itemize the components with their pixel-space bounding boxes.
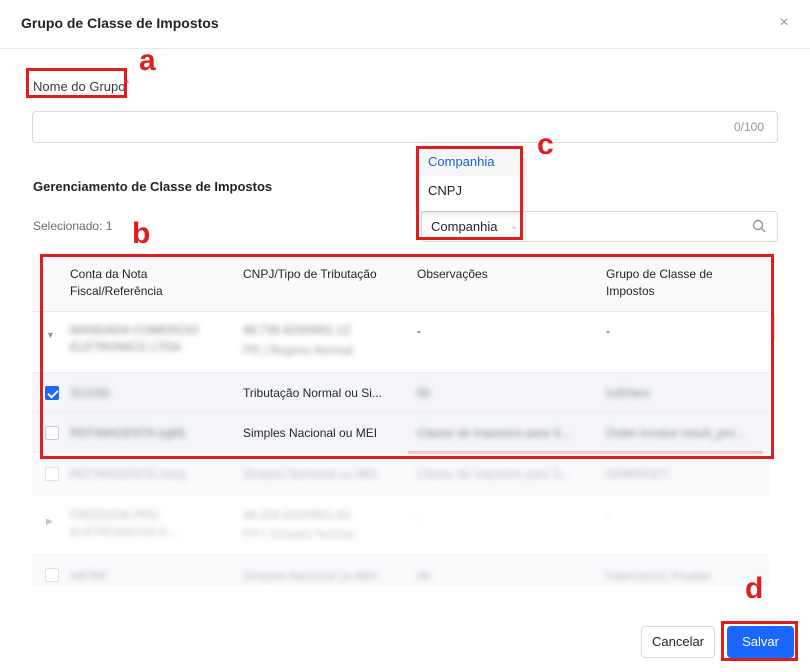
cnpj-cell: Simples Nacional ou MEI <box>243 426 378 440</box>
cnpj-cell: 46.324.920/0001-63 <box>243 508 351 522</box>
filter-search-group: Companhia ⌄ <box>421 211 778 242</box>
account-cell: REF\MAGENTA ctsdy <box>70 467 187 481</box>
group-cell: IcdVlaro <box>606 386 651 400</box>
account-cell: REF\MAGENTA (igM) <box>70 426 186 440</box>
filter-type-select[interactable]: Companhia ⌄ <box>422 212 526 241</box>
cnpj-subtext: PR | Regime Normal <box>243 343 353 357</box>
table-row[interactable]: REF\MAGENTA ctsdy Simples Nacional ou ME… <box>32 453 769 495</box>
chevron-down-icon: ⌄ <box>509 221 518 232</box>
save-button[interactable]: Salvar <box>727 626 794 658</box>
table-row[interactable]: ▶ FREEDOM PRO ELETRONICOS E... 46.324.92… <box>32 495 769 555</box>
group-name-label-text: Nome do Grupo <box>33 79 126 94</box>
cancel-button[interactable]: Cancelar <box>641 626 715 658</box>
filter-type-dropdown: Companhia CNPJ <box>419 147 522 211</box>
group-cell: Fabricación Prueba <box>606 569 711 583</box>
column-header-account: Conta da Nota Fiscal/Referência <box>70 267 163 298</box>
dropdown-option-companhia[interactable]: Companhia <box>419 147 522 176</box>
column-header-observations: Observações <box>417 267 488 281</box>
observations-cell: - <box>417 324 421 338</box>
table-row[interactable]: AB7MI Simples Nacional ou MEI 00 Fabrica… <box>32 555 769 586</box>
dialog-header: Grupo de Classe de Impostos × <box>0 0 810 49</box>
account-cell: AB7MI <box>70 569 107 583</box>
observations-cell: Classe de Impostos para S... <box>417 426 572 440</box>
group-name-input[interactable]: 0/100 <box>32 111 778 143</box>
account-cell: 312292 <box>70 386 111 400</box>
annotation-label-c: c <box>537 128 554 161</box>
account-cell: MANDADA COMERCIO ELETRONICO LTDA <box>70 323 199 354</box>
observations-cell: 00 <box>417 569 431 583</box>
required-mark: * <box>125 79 130 90</box>
column-header-cnpj: CNPJ/Tipo de Tributação <box>243 267 377 281</box>
row-checkbox[interactable] <box>45 467 59 481</box>
selected-count: Selecionado: 1 <box>33 219 113 233</box>
dialog-title: Grupo de Classe de Impostos <box>21 15 219 31</box>
group-cell: - <box>606 324 610 338</box>
tax-class-group-dialog: Grupo de Classe de Impostos × Nome do Gr… <box>0 0 810 672</box>
char-counter: 0/100 <box>733 120 764 134</box>
search-icon[interactable] <box>752 219 766 233</box>
cnpj-cell: Simples Nacional ou MEI <box>243 569 378 583</box>
table-header: Conta da Nota Fiscal/Referência CNPJ/Tip… <box>32 256 769 312</box>
column-header-group: Grupo de Classe de Impostos <box>606 267 713 298</box>
row-checkbox[interactable] <box>45 568 59 582</box>
group-cell: 000MRGKT <box>606 467 670 481</box>
row-checkbox[interactable] <box>45 426 59 440</box>
table-row[interactable]: ▼ MANDADA COMERCIO ELETRONICO LTDA 48.73… <box>32 313 769 373</box>
expand-icon[interactable]: ▶ <box>46 516 53 527</box>
table-row[interactable]: 312292 Tributação Normal ou Si... 00 Icd… <box>32 373 769 413</box>
observations-cell: - <box>417 509 421 523</box>
table-row[interactable]: REF\MAGENTA (igM) Simples Nacional ou ME… <box>32 413 769 453</box>
group-cell: - <box>606 509 610 523</box>
group-cell: Order Invoice result_pro... <box>606 426 745 440</box>
dropdown-option-cnpj[interactable]: CNPJ <box>419 176 522 205</box>
highlight-underline <box>408 451 763 454</box>
cnpj-cell: Simples Nacional ou MEI <box>243 467 378 481</box>
group-name-label: Nome do Grupo* <box>33 79 129 94</box>
expand-icon[interactable]: ▼ <box>46 330 55 340</box>
filter-type-value: Companhia <box>431 219 498 234</box>
annotation-label-d: d <box>745 572 764 605</box>
close-icon[interactable]: × <box>776 15 792 31</box>
annotation-label-b: b <box>132 217 151 250</box>
cnpj-cell: Tributação Normal ou Si... <box>243 386 382 400</box>
cnpj-cell: 48.730.423/0001-12 <box>243 323 351 337</box>
table-scrollbar[interactable] <box>771 314 775 340</box>
observations-cell: Classe de Impostos para S... <box>417 467 572 481</box>
annotation-label-a: a <box>139 44 156 77</box>
row-checkbox[interactable] <box>45 386 59 400</box>
observations-cell: 00 <box>417 386 431 400</box>
section-title: Gerenciamento de Classe de Impostos <box>33 179 273 194</box>
cnpj-subtext: PR | Simples Normal <box>243 527 355 541</box>
account-cell: FREEDOM PRO ELETRONICOS E... <box>70 508 178 539</box>
tax-class-table: Conta da Nota Fiscal/Referência CNPJ/Tip… <box>32 256 769 586</box>
